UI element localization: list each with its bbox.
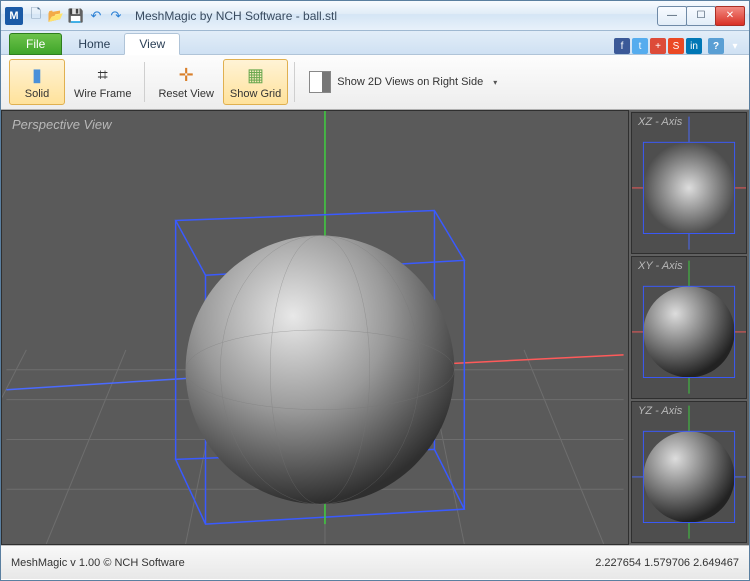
qat-undo-icon[interactable]: ↶	[87, 7, 105, 25]
perspective-scene	[2, 111, 628, 544]
qat-open-icon[interactable]: 📂	[47, 7, 65, 25]
file-tab[interactable]: File	[9, 33, 62, 55]
workspace: Perspective View	[1, 110, 749, 545]
ribbon-view: ▮ Solid ⌗ Wire Frame ✛ Reset View ▦ Show…	[1, 55, 749, 110]
show-2d-label: Show 2D Views on Right Side	[337, 76, 483, 88]
show-grid-button[interactable]: ▦ Show Grid	[223, 59, 288, 105]
wireframe-button[interactable]: ⌗ Wire Frame	[67, 59, 138, 105]
show-grid-icon: ▦	[245, 65, 267, 87]
help-dropdown-icon[interactable]: ▾	[727, 38, 743, 54]
qat-new-icon[interactable]: 🗋	[27, 7, 45, 25]
twitter-icon[interactable]: t	[632, 38, 648, 54]
xz-label: XZ - Axis	[638, 116, 682, 128]
status-bar: MeshMagic v 1.00 © NCH Software 2.227654…	[1, 545, 749, 579]
status-version: MeshMagic v 1.00 © NCH Software	[11, 557, 185, 569]
maximize-button[interactable]: ☐	[686, 6, 716, 26]
yz-viewport[interactable]: YZ - Axis	[631, 401, 747, 543]
qat-redo-icon[interactable]: ↷	[107, 7, 125, 25]
window-controls: — ☐ ✕	[658, 6, 745, 26]
view-tab[interactable]: View	[124, 33, 180, 55]
wireframe-label: Wire Frame	[74, 88, 131, 100]
wireframe-icon: ⌗	[92, 65, 114, 87]
google-plus-icon[interactable]: +	[650, 38, 666, 54]
status-coords: 2.227654 1.579706 2.649467	[595, 557, 739, 569]
show-2d-dropdown-icon: ▾	[493, 78, 497, 87]
title-bar: M 🗋 📂 💾 ↶ ↷ MeshMagic by NCH Software - …	[1, 1, 749, 31]
qat-save-icon[interactable]: 💾	[67, 7, 85, 25]
social-links: f t + S in ? ▾	[614, 38, 749, 54]
show-grid-label: Show Grid	[230, 88, 281, 100]
linkedin-icon[interactable]: in	[686, 38, 702, 54]
solid-icon: ▮	[26, 65, 48, 87]
perspective-viewport[interactable]: Perspective View	[1, 110, 629, 545]
close-button[interactable]: ✕	[715, 6, 745, 26]
solid-label: Solid	[25, 88, 49, 100]
reset-view-label: Reset View	[158, 88, 213, 100]
ribbon-separator	[144, 62, 145, 102]
stumbleupon-icon[interactable]: S	[668, 38, 684, 54]
show-2d-views-button[interactable]: Show 2D Views on Right Side ▾	[301, 59, 505, 105]
reset-view-icon: ✛	[175, 65, 197, 87]
solid-button[interactable]: ▮ Solid	[9, 59, 65, 105]
ribbon-separator	[294, 62, 295, 102]
sphere-mesh	[186, 235, 455, 504]
ribbon-tabs: File Home View f t + S in ? ▾	[1, 31, 749, 55]
show-2d-icon	[309, 71, 331, 93]
window-title: MeshMagic by NCH Software - ball.stl	[131, 9, 658, 23]
facebook-icon[interactable]: f	[614, 38, 630, 54]
app-icon: M	[5, 7, 23, 25]
xy-viewport[interactable]: XY - Axis	[631, 256, 747, 398]
help-icon[interactable]: ?	[708, 38, 724, 54]
xy-label: XY - Axis	[638, 260, 683, 272]
yz-label: YZ - Axis	[638, 405, 682, 417]
minimize-button[interactable]: —	[657, 6, 687, 26]
xz-viewport[interactable]: XZ - Axis	[631, 112, 747, 254]
perspective-label: Perspective View	[12, 117, 111, 132]
home-tab[interactable]: Home	[64, 34, 124, 54]
side-views-panel: XZ - Axis XY - Axis YZ - Axis	[629, 110, 749, 545]
reset-view-button[interactable]: ✛ Reset View	[151, 59, 220, 105]
quick-access-toolbar: 🗋 📂 💾 ↶ ↷	[27, 7, 125, 25]
